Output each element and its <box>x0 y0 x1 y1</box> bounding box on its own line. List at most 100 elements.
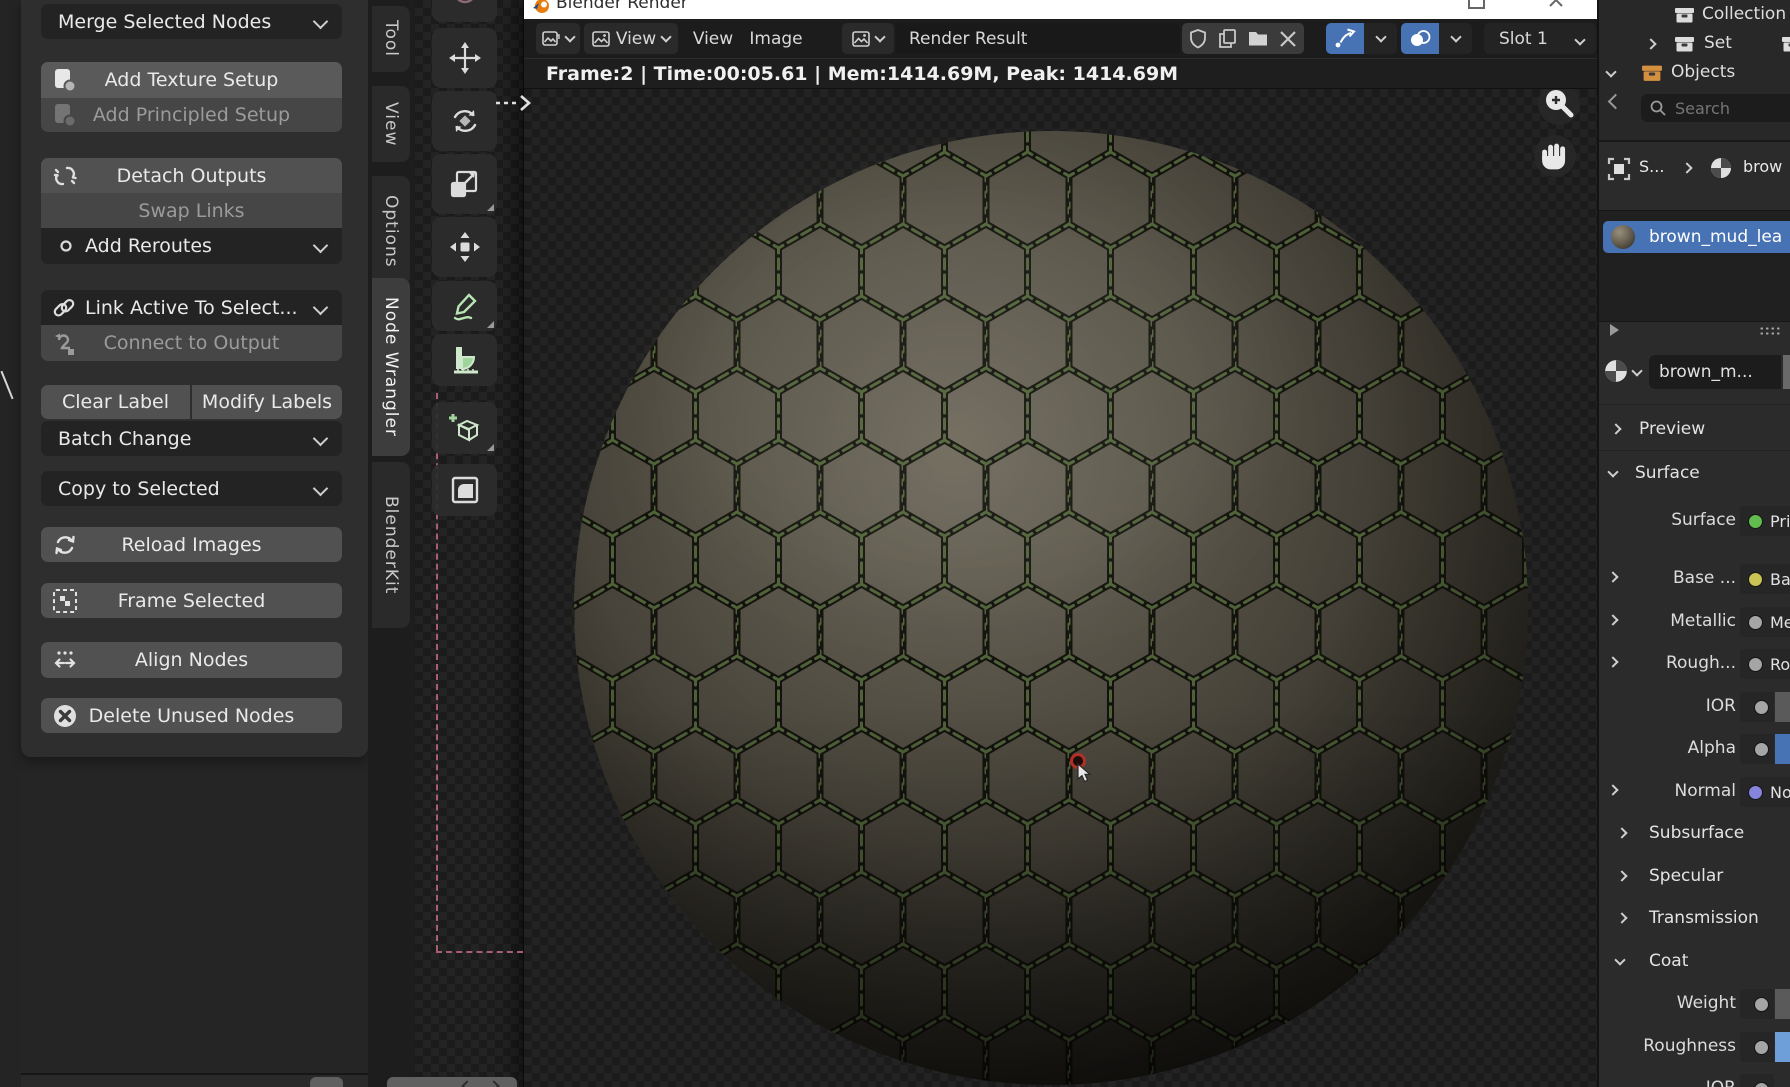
shield-fake-user-icon[interactable] <box>1183 27 1213 51</box>
batch-change-dropdown[interactable]: Batch Change <box>41 421 342 456</box>
link-active-to-selected-dropdown[interactable]: Link Active To Select... <box>41 290 342 325</box>
roughness-socket-field[interactable]: Ro <box>1740 649 1790 679</box>
add-principled-setup-button[interactable]: Add Principled Setup <box>41 98 342 132</box>
connect-to-output-button[interactable]: Connect to Output <box>41 325 342 361</box>
footer-pager-partial[interactable] <box>387 1077 517 1087</box>
outliner-row-objects[interactable]: Objects <box>1599 60 1790 86</box>
socket-dot <box>1748 785 1763 800</box>
material-slot-selected[interactable]: brown_mud_lea <box>1603 221 1790 253</box>
outliner-row-set[interactable]: Set <box>1599 31 1790 57</box>
prop-row-normal: Normal No <box>1599 774 1790 810</box>
swap-links-button[interactable]: Swap Links <box>41 193 342 228</box>
expand-arrow-icon[interactable] <box>1610 324 1619 336</box>
overlays-dropdown[interactable] <box>1439 23 1472 54</box>
gizmos-dropdown[interactable] <box>1364 23 1397 54</box>
coat-weight-slider[interactable] <box>1775 989 1790 1019</box>
breadcrumb-scene[interactable]: S... <box>1639 157 1664 176</box>
material-name-field[interactable]: brown_m... <box>1649 355 1781 389</box>
resize-grip[interactable] <box>1759 326 1781 336</box>
slot-dropdown[interactable]: Slot 1 <box>1484 23 1596 54</box>
normal-socket-field[interactable]: No <box>1740 777 1790 807</box>
material-sphere-icon[interactable] <box>1603 358 1629 384</box>
merge-selected-nodes-dropdown[interactable]: Merge Selected Nodes <box>41 4 342 39</box>
tab-view[interactable]: View <box>372 86 410 162</box>
copy-to-selected-dropdown[interactable]: Copy to Selected <box>41 471 342 506</box>
left-region: Merge Selected Nodes Add Texture Setup A… <box>21 0 368 1087</box>
base-color-socket-field[interactable]: Ba <box>1740 564 1790 594</box>
cursor-tool-button[interactable] <box>432 0 497 22</box>
coat-weight-socket[interactable] <box>1740 989 1774 1019</box>
frame-selected-button[interactable]: Frame Selected <box>41 583 342 618</box>
menu-view[interactable]: View <box>687 23 739 54</box>
move-tool-button[interactable] <box>432 28 497 88</box>
set-box-icon <box>1674 34 1695 54</box>
coat-roughness-socket[interactable] <box>1740 1032 1774 1062</box>
close-icon[interactable] <box>1548 0 1564 8</box>
measure-tool-button[interactable] <box>432 334 497 386</box>
reload-images-button[interactable]: Reload Images <box>41 527 342 562</box>
coat-roughness-slider[interactable] <box>1775 1032 1790 1062</box>
scale-tool-button[interactable] <box>432 154 497 214</box>
search-input[interactable] <box>1673 98 1777 119</box>
copy-icon[interactable] <box>1213 27 1243 51</box>
coat-ior-socket[interactable] <box>1740 1074 1774 1087</box>
alpha-socket[interactable] <box>1740 734 1774 764</box>
detach-outputs-button[interactable]: Detach Outputs <box>41 158 342 193</box>
delete-unused-nodes-button[interactable]: Delete Unused Nodes <box>41 698 342 733</box>
annotate-tool-button[interactable] <box>432 281 497 331</box>
surface-section-header[interactable]: Surface <box>1599 456 1790 492</box>
coat-subpanel[interactable]: Coat <box>1599 944 1790 980</box>
specular-subpanel[interactable]: Specular <box>1599 859 1790 895</box>
transmission-subpanel[interactable]: Transmission <box>1599 901 1790 937</box>
fake-user-button-partial[interactable] <box>1783 355 1790 389</box>
modify-labels-button[interactable]: Modify Labels <box>192 385 342 419</box>
tab-blenderkit[interactable]: BlenderKit <box>372 462 410 628</box>
align-nodes-button[interactable]: Align Nodes <box>41 642 342 678</box>
clear-label-button[interactable]: Clear Label <box>41 385 190 419</box>
tool-options-corner <box>487 321 494 328</box>
tab-options[interactable]: Options <box>372 176 410 286</box>
subsurface-subpanel[interactable]: Subsurface <box>1599 816 1790 852</box>
search-icon <box>1649 99 1667 117</box>
collapse-icon[interactable] <box>1605 66 1616 77</box>
overlays-toggle[interactable] <box>1401 23 1439 54</box>
ior-slider[interactable] <box>1775 692 1790 722</box>
swap-links-label: Swap Links <box>138 200 244 222</box>
tab-node-wrangler[interactable]: Node Wrangler <box>372 278 410 456</box>
unlink-x-icon[interactable] <box>1273 27 1303 51</box>
image-name-field[interactable]: Render Result <box>896 23 1180 54</box>
tab-tool[interactable]: Tool <box>372 6 410 72</box>
rotate-tool-button[interactable] <box>432 91 497 151</box>
alpha-slider[interactable] <box>1775 734 1790 764</box>
reload-images-label: Reload Images <box>121 534 261 556</box>
editor-type-dropdown[interactable] <box>536 23 580 54</box>
zoom-button[interactable] <box>1538 88 1580 125</box>
search-field[interactable] <box>1641 94 1790 122</box>
collection-box-icon <box>1674 5 1695 25</box>
link-active-label: Link Active To Select... <box>85 297 298 319</box>
transform-tool-button[interactable] <box>432 217 497 277</box>
set-label: Set <box>1704 33 1732 53</box>
pan-button[interactable] <box>1534 135 1576 177</box>
menu-image[interactable]: Image <box>746 23 806 54</box>
maximize-icon[interactable] <box>1468 0 1485 9</box>
metallic-socket-field[interactable]: Me <box>1740 607 1790 637</box>
display-mode-dropdown[interactable]: View <box>584 23 678 54</box>
corner-tool-button[interactable] <box>432 464 497 516</box>
folder-open-icon[interactable] <box>1243 27 1273 51</box>
gizmos-toggle[interactable] <box>1326 23 1364 54</box>
zoom-in-icon <box>1542 88 1576 121</box>
expand-icon[interactable] <box>1645 38 1656 49</box>
ior-socket[interactable] <box>1740 692 1774 722</box>
window-titlebar[interactable]: Blender Render <box>524 0 1598 19</box>
image-browse-dropdown[interactable] <box>842 23 894 54</box>
preview-section-header[interactable]: Preview <box>1599 412 1790 448</box>
outliner-row-collection[interactable]: Collection <box>1599 2 1790 28</box>
footer-button-partial[interactable] <box>310 1077 343 1087</box>
surface-socket-field[interactable]: Pri <box>1740 506 1790 536</box>
add-reroutes-dropdown[interactable]: Add Reroutes <box>41 228 342 264</box>
breadcrumb-material[interactable]: brow <box>1743 157 1782 176</box>
add-primitive-button[interactable] <box>432 402 497 454</box>
add-texture-setup-button[interactable]: Add Texture Setup <box>41 62 342 98</box>
chevron-down-icon[interactable] <box>1631 365 1642 376</box>
